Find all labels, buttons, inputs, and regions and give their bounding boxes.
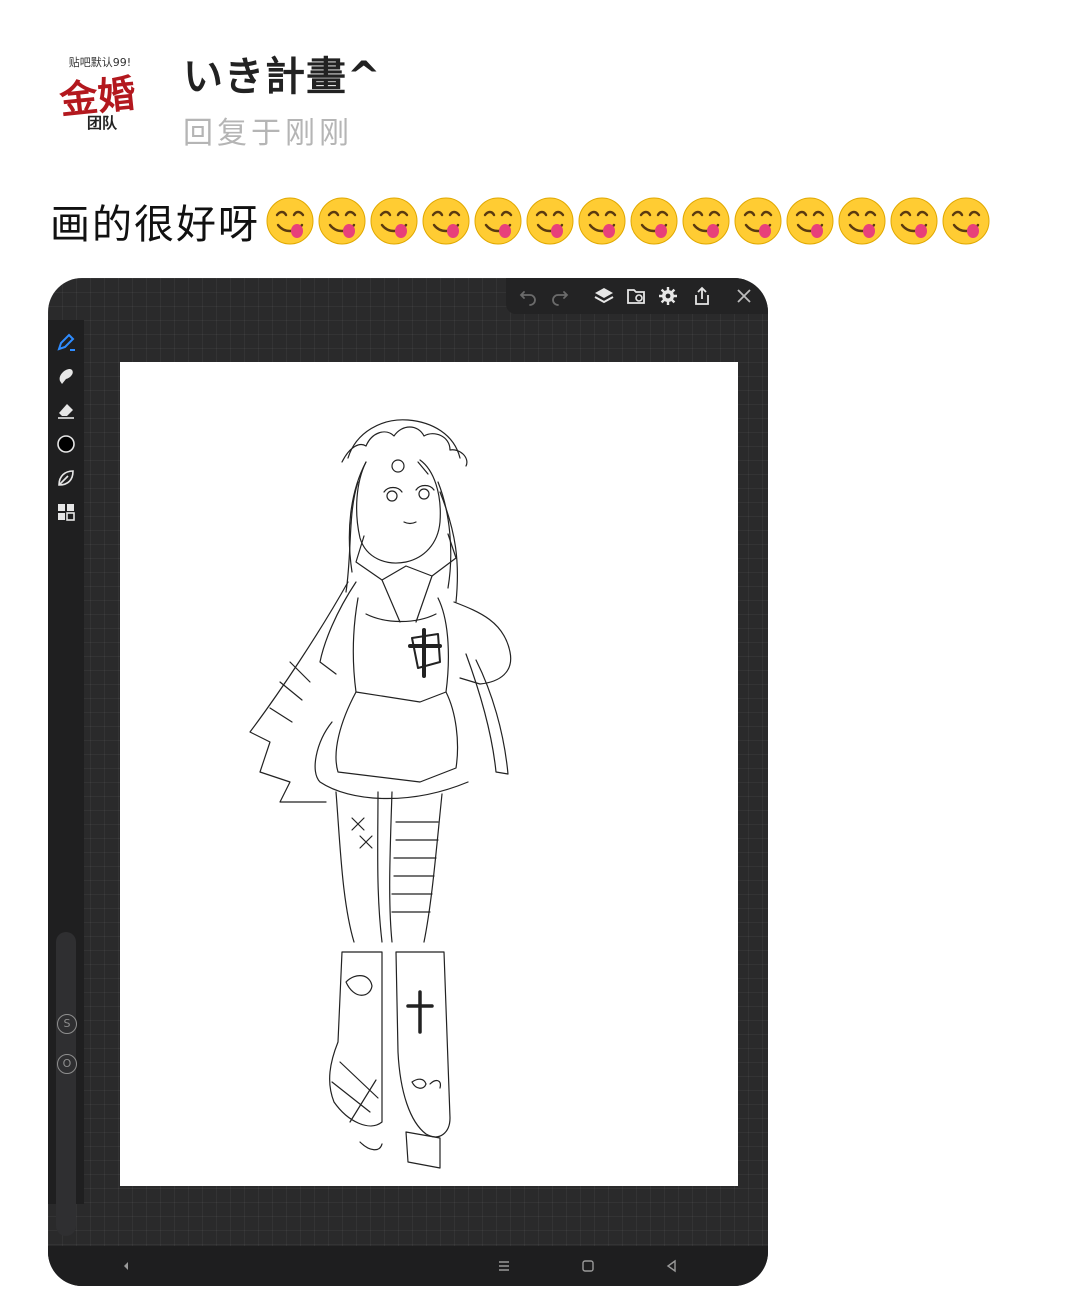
menu-icon[interactable] bbox=[496, 1258, 512, 1274]
size-button[interactable]: S bbox=[57, 1014, 77, 1034]
reply-timestamp: 回复于刚刚 bbox=[183, 116, 353, 151]
avatar-small-text: 团队 bbox=[87, 114, 118, 132]
attached-image[interactable]: S O bbox=[48, 278, 768, 1286]
import-icon[interactable] bbox=[626, 286, 646, 306]
layers-icon[interactable] bbox=[594, 286, 614, 306]
face-savoring-food-icon bbox=[734, 197, 782, 245]
face-savoring-food-icon bbox=[786, 197, 834, 245]
face-savoring-food-icon bbox=[838, 197, 886, 245]
smudge-icon[interactable] bbox=[56, 366, 76, 386]
face-savoring-food-icon bbox=[474, 197, 522, 245]
eraser-icon[interactable] bbox=[56, 400, 76, 420]
drawing-canvas[interactable] bbox=[120, 362, 738, 1186]
opacity-button[interactable]: O bbox=[57, 1054, 77, 1074]
redo-icon[interactable] bbox=[550, 286, 570, 306]
face-savoring-food-icon bbox=[682, 197, 730, 245]
grid-icon[interactable] bbox=[56, 502, 76, 522]
face-savoring-food-icon bbox=[942, 197, 990, 245]
leaf-icon[interactable] bbox=[56, 468, 76, 488]
emoji-row bbox=[264, 195, 992, 247]
color-swatch-icon[interactable] bbox=[56, 434, 76, 454]
recent-icon[interactable] bbox=[664, 1258, 680, 1274]
pen-icon[interactable] bbox=[56, 332, 76, 352]
face-savoring-food-icon bbox=[370, 197, 418, 245]
line-art-sketch bbox=[249, 419, 512, 1169]
face-savoring-food-icon bbox=[318, 197, 366, 245]
back-icon[interactable] bbox=[118, 1258, 134, 1274]
face-savoring-food-icon bbox=[890, 197, 938, 245]
face-savoring-food-icon bbox=[266, 197, 314, 245]
username[interactable]: いき計畫^ bbox=[183, 44, 382, 102]
face-savoring-food-icon bbox=[422, 197, 470, 245]
home-icon[interactable] bbox=[580, 1258, 596, 1274]
close-icon[interactable] bbox=[734, 286, 754, 306]
undo-icon[interactable] bbox=[518, 286, 538, 306]
left-toolbar: S O bbox=[48, 320, 84, 1236]
avatar[interactable]: 贴吧默认99! 金婚 团队 bbox=[48, 50, 152, 138]
top-toolbar bbox=[506, 278, 768, 314]
face-savoring-food-icon bbox=[526, 197, 574, 245]
face-savoring-food-icon bbox=[578, 197, 626, 245]
settings-icon[interactable] bbox=[658, 286, 678, 306]
share-icon[interactable] bbox=[692, 286, 712, 306]
comment: 画的很好呀 bbox=[50, 192, 992, 250]
system-nav-bar bbox=[48, 1246, 768, 1286]
face-savoring-food-icon bbox=[630, 197, 678, 245]
comment-text: 画的很好呀 bbox=[50, 202, 260, 248]
brush-size-slider[interactable] bbox=[56, 932, 76, 1236]
avatar-top-text: 贴吧默认99! bbox=[69, 55, 131, 69]
